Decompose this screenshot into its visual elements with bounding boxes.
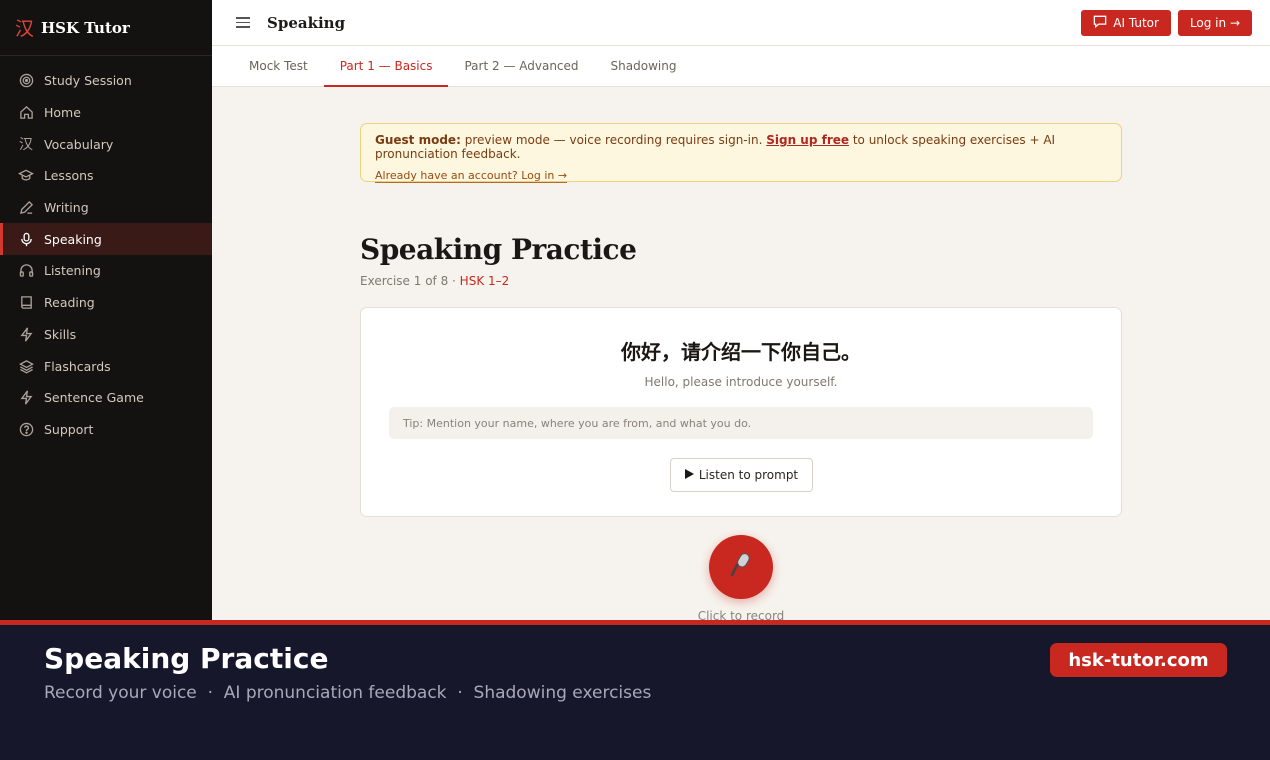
sidebar-item-label: Home: [44, 105, 81, 121]
sidebar-item-skills[interactable]: Skills: [0, 319, 212, 351]
guest-mode-label: Guest mode:: [375, 133, 461, 147]
sidebar-item-support[interactable]: Support: [0, 414, 212, 446]
logo-icon: 汉: [15, 18, 35, 40]
topbar: Speaking AI Tutor Log in →: [212, 0, 1270, 46]
home-icon: [18, 105, 34, 121]
record-caption: Click to record: [697, 609, 785, 620]
sidebar-item-writing[interactable]: Writing: [0, 192, 212, 224]
exercise-meta: Exercise 1 of 8 · HSK 1–2: [360, 274, 509, 288]
prompt-chinese: 你好，请介绍一下你自己。: [621, 340, 861, 364]
top-actions: AI Tutor Log in →: [1081, 10, 1252, 36]
microphone-icon: [18, 231, 34, 247]
brand-name: HSK Tutor: [41, 18, 130, 37]
login-link[interactable]: Already have an account? Log in →: [375, 169, 568, 183]
login-button[interactable]: Log in →: [1177, 10, 1252, 36]
guest-mode-text: preview mode — voice recording requires …: [464, 133, 763, 147]
sidebar: 汉 HSK Tutor Study Session Home 汉 Vocabul…: [0, 0, 212, 620]
sidebar-item-label: Lessons: [44, 168, 94, 184]
microphone-icon: [729, 552, 753, 582]
sidebar-item-label: Flashcards: [44, 358, 111, 374]
chat-icon: [1093, 15, 1107, 31]
ai-tutor-label: AI Tutor: [1113, 16, 1159, 30]
sidebar-item-label: Skills: [44, 326, 77, 342]
promo-banner: Speaking Practice Record your voice · AI…: [0, 620, 1270, 760]
banner-title: Speaking Practice: [44, 642, 329, 675]
login-label: Log in →: [1189, 16, 1240, 30]
bolt-icon: [18, 390, 34, 406]
sidebar-item-label: Listening: [44, 263, 101, 279]
menu-icon[interactable]: [236, 17, 250, 28]
ai-tutor-button[interactable]: AI Tutor: [1081, 10, 1171, 36]
record-button[interactable]: [709, 535, 773, 599]
graduation-cap-icon: [18, 168, 34, 184]
signup-link[interactable]: Sign up free: [766, 133, 849, 147]
sidebar-item-label: Study Session: [44, 73, 132, 89]
sidebar-item-study-session[interactable]: Study Session: [0, 65, 212, 97]
layers-icon: [18, 358, 34, 374]
sidebar-item-speaking[interactable]: Speaking: [0, 223, 212, 256]
brand[interactable]: 汉 HSK Tutor: [0, 0, 212, 56]
sidebar-item-lessons[interactable]: Lessons: [0, 160, 212, 192]
banner-subtitle: Record your voice · AI pronunciation fee…: [44, 683, 652, 703]
sidebar-item-label: Sentence Game: [44, 390, 144, 406]
sidebar-item-label: Writing: [44, 200, 89, 216]
speaking-tabs: Mock Test Part 1 — Basics Part 2 — Advan…: [212, 46, 1270, 87]
main-content: Guest mode: preview mode — voice recordi…: [212, 87, 1270, 620]
tab-part-1-basics[interactable]: Part 1 — Basics: [323, 46, 449, 87]
listen-to-prompt-button[interactable]: Listen to prompt: [670, 458, 813, 492]
sidebar-item-label: Reading: [44, 295, 95, 311]
help-circle-icon: [18, 421, 34, 437]
sidebar-nav: Study Session Home 汉 Vocabulary Lessons …: [0, 56, 212, 445]
hsk-level: HSK 1–2: [459, 274, 510, 288]
prompt-tip: Tip: Mention your name, where you are fr…: [389, 407, 1093, 439]
bolt-icon: [18, 326, 34, 342]
sidebar-item-label: Support: [44, 421, 94, 437]
sidebar-item-flashcards[interactable]: Flashcards: [0, 350, 212, 382]
sidebar-item-label: Vocabulary: [44, 136, 114, 152]
exercise-progress: Exercise 1 of 8 ·: [360, 274, 456, 288]
tab-mock-test[interactable]: Mock Test: [233, 46, 324, 86]
sidebar-item-reading[interactable]: Reading: [0, 287, 212, 319]
sidebar-item-home[interactable]: Home: [0, 97, 212, 129]
prompt-english: Hello, please introduce yourself.: [644, 375, 838, 389]
page-title: Speaking: [267, 13, 346, 32]
headphones-icon: [18, 263, 34, 279]
site-url-badge[interactable]: hsk-tutor.com: [1050, 643, 1227, 677]
tab-shadowing[interactable]: Shadowing: [595, 46, 693, 86]
listen-label: Listen to prompt: [698, 468, 799, 482]
target-icon: [18, 73, 34, 89]
guest-mode-notice: Guest mode: preview mode — voice recordi…: [360, 123, 1122, 183]
pen-icon: [18, 200, 34, 216]
book-icon: [18, 295, 34, 311]
sidebar-item-sentence-game[interactable]: Sentence Game: [0, 382, 212, 414]
practice-title: Speaking Practice: [360, 233, 637, 266]
play-icon: [684, 468, 694, 482]
sidebar-item-label: Speaking: [44, 231, 102, 247]
hanzi-icon: 汉: [19, 137, 33, 154]
tab-part-2-advanced[interactable]: Part 2 — Advanced: [448, 46, 594, 86]
prompt-card: 你好，请介绍一下你自己。 Hello, please introduce you…: [360, 307, 1122, 517]
sidebar-item-listening[interactable]: Listening: [0, 255, 212, 287]
sidebar-item-vocabulary[interactable]: 汉 Vocabulary: [0, 128, 212, 160]
